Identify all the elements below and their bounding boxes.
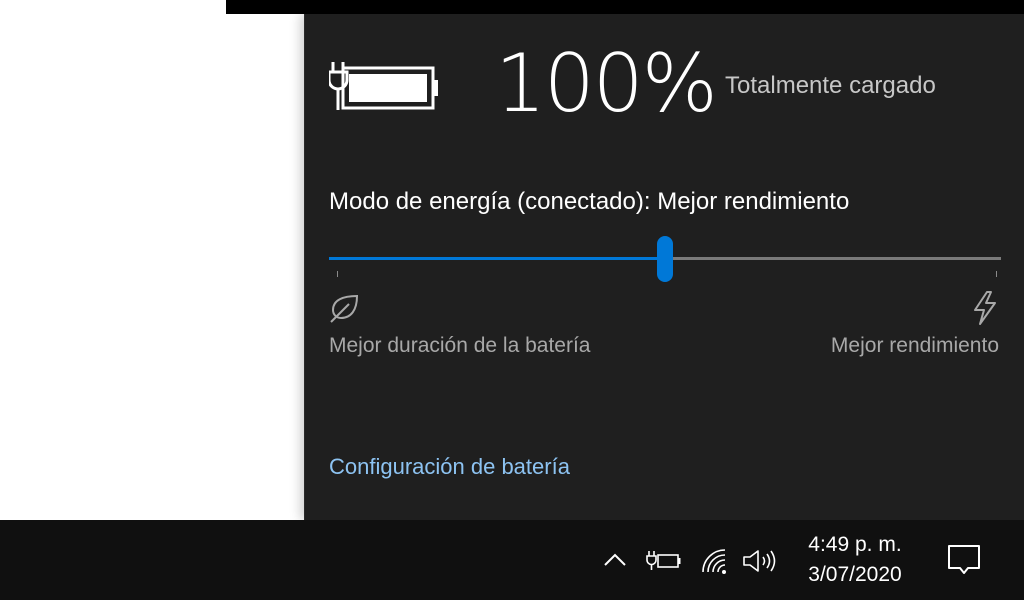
best-performance-label: Mejor rendimiento (830, 334, 999, 357)
clock-time: 4:49 p. m. (808, 533, 902, 556)
power-mode-slider[interactable] (329, 234, 1001, 294)
slider-track-filled[interactable] (329, 257, 657, 260)
wifi-icon[interactable] (700, 548, 730, 576)
battery-flyout: 100% Totalmente cargado Modo de energía … (304, 14, 1024, 520)
battery-saver-label: Mejor duración de la batería (329, 334, 591, 357)
notifications-icon[interactable] (944, 542, 984, 578)
battery-summary: 100% Totalmente cargado (329, 44, 1009, 124)
power-mode-label: Modo de energía (conectado): Mejor rendi… (329, 188, 850, 215)
background-window-edge (226, 0, 1024, 14)
slider-tick-end (996, 271, 997, 277)
chevron-up-icon[interactable] (600, 548, 630, 572)
leaf-icon (330, 294, 359, 323)
slider-thumb[interactable] (657, 236, 673, 282)
clock-date: 3/07/2020 (808, 563, 902, 586)
taskbar-clock[interactable]: 4:49 p. m. 3/07/2020 (790, 530, 920, 590)
battery-status-text: Totalmente cargado (725, 72, 936, 99)
battery-charging-icon (329, 62, 438, 110)
lightning-bolt-icon (974, 291, 996, 325)
volume-icon[interactable] (742, 548, 778, 574)
battery-percentage: 100% (495, 37, 718, 130)
slider-tick-start (337, 271, 338, 277)
slider-track-empty[interactable] (673, 257, 1001, 260)
taskbar: 4:49 p. m. 3/07/2020 (0, 520, 1024, 600)
battery-settings-link[interactable]: Configuración de batería (329, 454, 570, 480)
battery-plug-icon[interactable] (646, 548, 682, 572)
